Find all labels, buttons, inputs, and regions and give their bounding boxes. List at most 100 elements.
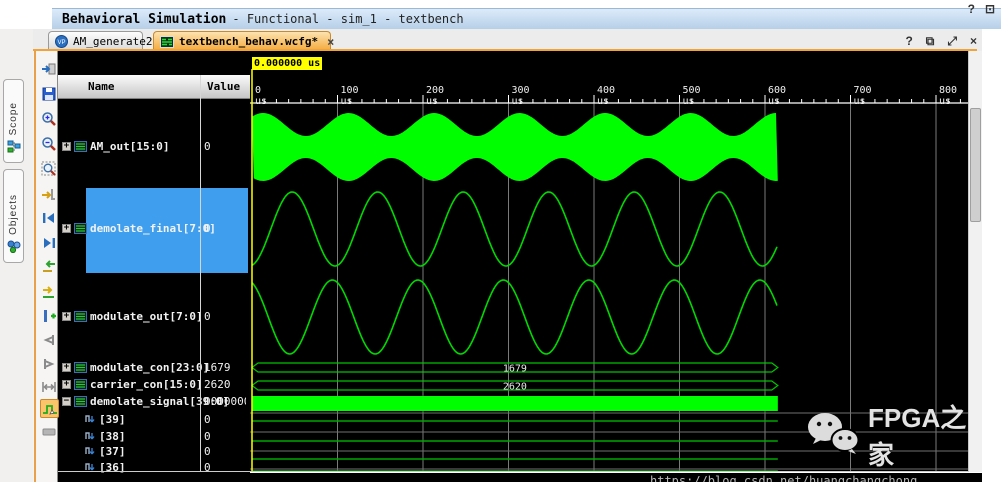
- name-column-header[interactable]: Name: [88, 80, 115, 93]
- signal-value: 0: [204, 140, 246, 153]
- tick-label: 400 us: [597, 85, 615, 107]
- next-transition-icon[interactable]: [40, 234, 57, 251]
- zoom-out-icon[interactable]: [40, 135, 57, 152]
- fit-width-icon[interactable]: [40, 378, 57, 395]
- window-title-detail: - Functional - sim_1 - textbench: [232, 12, 463, 26]
- signal-name: carrier_con[15:0]: [90, 378, 203, 391]
- wave-sine: [252, 192, 777, 266]
- help-button[interactable]: ?: [968, 2, 975, 16]
- tick-label: 200 us: [426, 85, 444, 107]
- snap-to-transition-icon[interactable]: [40, 399, 59, 418]
- signal-row[interactable]: + carrier_con[15:0]: [62, 378, 203, 391]
- titlebar-buttons: ?⊡: [968, 2, 995, 16]
- bus-value-label: 1679: [503, 363, 527, 374]
- signal-value: 0: [204, 430, 246, 443]
- watermark-url: https://blog.csdn.net/huangchangchong: [650, 474, 917, 482]
- signal-table-header[interactable]: Name Value: [58, 75, 250, 99]
- signal-name: AM_out[15:0]: [90, 140, 169, 153]
- value-column-header[interactable]: Value: [207, 80, 240, 93]
- column-divider[interactable]: [200, 75, 201, 472]
- expand-icon[interactable]: +: [62, 142, 71, 151]
- wechat-icon: [806, 410, 860, 461]
- bus-value-label: 2620: [503, 381, 527, 392]
- signal-value: 0: [204, 445, 246, 458]
- signal-row[interactable]: +demolate_final[7:0]: [62, 222, 216, 235]
- side-tab-scope[interactable]: Scope: [3, 79, 24, 163]
- side-tab-objects[interactable]: Objects: [3, 169, 24, 263]
- expand-icon[interactable]: +: [62, 363, 71, 372]
- tabbar-window-buttons: ? ⧉ ⤢ ×: [905, 34, 977, 49]
- signal-value: 1679: [204, 361, 246, 374]
- waveform-file-icon: [160, 36, 174, 48]
- close-button[interactable]: ×: [970, 34, 977, 49]
- go-to-cursor-icon[interactable]: [40, 283, 57, 300]
- wave-am-envelope: [252, 113, 778, 181]
- tick-label: 500 us: [683, 85, 701, 107]
- signal-value: 0: [204, 222, 246, 235]
- signal-value: 2620: [204, 378, 246, 391]
- window-title: Behavioral Simulation: [62, 12, 226, 27]
- tick-label: 100 us: [341, 85, 359, 107]
- signal-name: modulate_con[23:0]: [90, 361, 209, 374]
- bit-signal-icon: [84, 431, 96, 442]
- zoom-in-icon[interactable]: [40, 110, 57, 127]
- tab-am-generate2-v[interactable]: VPAM_generate2.v×: [48, 31, 143, 51]
- tab-textbench-behav-wcfg-[interactable]: textbench_behav.wcfg* ×: [153, 31, 331, 51]
- tab-label: AM_generate2.v: [73, 35, 166, 48]
- expand-icon[interactable]: +: [62, 380, 71, 389]
- bottom-strip: https://blog.csdn.net/huangchangchong: [250, 473, 982, 482]
- toolbar-handle: [40, 423, 57, 440]
- cursor-time-readout[interactable]: 0.000000 us: [252, 57, 322, 70]
- bit-signal-icon: [84, 446, 96, 457]
- watermark-text: FPGA之家: [868, 398, 981, 472]
- document-tab-bar: VPAM_generate2.v×textbench_behav.wcfg*×: [33, 29, 1001, 51]
- bus-signal-icon: [74, 379, 87, 390]
- watermark: FPGA之家: [806, 410, 981, 460]
- signal-row[interactable]: [38]: [84, 430, 126, 443]
- right-margin: [982, 29, 1001, 482]
- tick-label: 600 us: [768, 85, 786, 107]
- tick-label: 800 us: [939, 85, 957, 107]
- signal-row[interactable]: [39]: [84, 413, 126, 426]
- simulator-window: Behavioral Simulation - Functional - sim…: [0, 0, 1001, 482]
- expand-icon[interactable]: +: [62, 312, 71, 321]
- signal-row[interactable]: +modulate_out[7:0]: [62, 310, 203, 323]
- prev-marker-icon[interactable]: [40, 331, 57, 348]
- zoom-fit-icon[interactable]: [40, 160, 57, 177]
- prev-transition-icon[interactable]: [40, 209, 57, 226]
- side-tab-label: Objects: [8, 194, 19, 235]
- bus-signal-icon: [74, 223, 87, 234]
- verilog-file-icon: VP: [55, 35, 68, 48]
- window-menu-button[interactable]: ⊡: [985, 2, 995, 16]
- save-icon[interactable]: [40, 85, 57, 102]
- swap-cursors-icon[interactable]: [40, 258, 57, 275]
- restore-pane-icon[interactable]: [40, 60, 57, 77]
- signal-row[interactable]: [37]: [84, 445, 126, 458]
- next-marker-icon[interactable]: [40, 355, 57, 372]
- signal-value: 0: [204, 310, 246, 323]
- signal-value: 0: [204, 461, 246, 474]
- add-marker-icon[interactable]: [40, 307, 57, 324]
- tick-label: 300 us: [512, 85, 530, 107]
- tab-close-icon[interactable]: ×: [327, 35, 334, 49]
- wave-sine: [252, 280, 777, 354]
- signal-row[interactable]: [36]: [84, 461, 126, 474]
- signal-value: 0: [204, 413, 246, 426]
- help-button[interactable]: ?: [905, 34, 912, 49]
- signal-row[interactable]: + modulate_con[23:0]: [62, 361, 209, 374]
- signal-row[interactable]: + AM_out[15:0]: [62, 140, 169, 153]
- go-to-time-icon[interactable]: [40, 185, 57, 202]
- scrollbar-thumb[interactable]: [970, 108, 981, 222]
- signal-name: [39]: [99, 413, 126, 426]
- maximize-button[interactable]: ⤢: [947, 34, 957, 49]
- svg-text:VP: VP: [57, 40, 65, 46]
- bit-signal-icon: [84, 414, 96, 425]
- left-panel-strip: Scope Objects: [0, 29, 33, 482]
- side-tab-label: Scope: [8, 102, 19, 135]
- tab-label: textbench_behav.wcfg*: [179, 35, 318, 48]
- float-window-button[interactable]: ⧉: [926, 34, 935, 49]
- collapse-icon[interactable]: −: [62, 397, 71, 406]
- expand-icon[interactable]: +: [62, 224, 71, 233]
- scope-hierarchy-icon: [7, 140, 21, 158]
- waveform-plot[interactable]: [250, 51, 968, 472]
